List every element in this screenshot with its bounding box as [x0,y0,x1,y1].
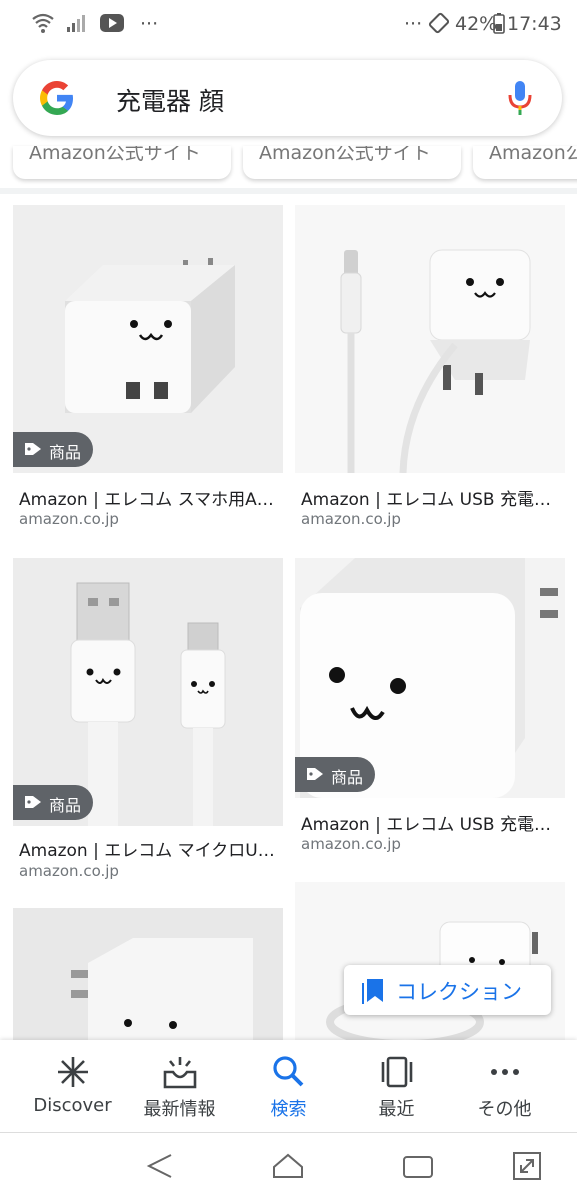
recent-cards-icon [381,1056,413,1088]
collection-button[interactable]: コレクション [344,965,551,1015]
image-result[interactable] [295,882,565,1040]
product-badge: 商品 [13,432,93,467]
result-domain: amazon.co.jp [301,835,401,853]
expand-icon[interactable] [512,1151,542,1181]
filter-chip[interactable]: Amazon公式サイト [243,146,461,179]
status-more: ··· [140,13,159,35]
more-dots-icon [491,1069,519,1075]
tag-icon [25,443,41,455]
asterisk-icon [58,1057,88,1087]
image-result[interactable] [13,908,283,1040]
filter-chip[interactable]: Amazon公 [473,146,577,179]
nav-more[interactable]: その他 [447,1040,562,1132]
image-result[interactable]: 商品 Amazon | エレコム マイクロU… amazon.co.jp [13,558,283,883]
nav-search[interactable]: 検索 [231,1040,346,1132]
result-title[interactable]: Amazon | エレコム USB 充電… [301,485,551,510]
charger-cable-image [340,249,531,473]
status-more-right: ··· [404,13,423,35]
result-title[interactable]: Amazon | エレコム マイクロU… [19,836,275,861]
result-title[interactable]: Amazon | エレコム USB 充電… [301,810,551,835]
nav-discover[interactable]: Discover [15,1040,130,1132]
divider [0,188,577,194]
charger-image [71,938,253,1040]
result-domain: amazon.co.jp [19,510,119,528]
back-icon[interactable] [145,1151,175,1181]
battery-icon [493,13,505,34]
wifi-icon [32,13,54,33]
nav-recent[interactable]: 最近 [339,1040,454,1132]
bottom-navigation: Discover 最新情報 検索 最近 その他 [0,1040,577,1132]
youtube-icon [100,14,124,32]
battery-percent: 42% [455,13,498,35]
product-badge: 商品 [13,785,93,820]
tag-icon [25,796,41,808]
image-result[interactable]: 商品 Amazon | エレコム USB 充電… amazon.co.jp [295,558,565,858]
product-badge: 商品 [295,757,375,792]
microphone-icon[interactable] [507,80,533,116]
image-result[interactable]: Amazon | エレコム USB 充電… amazon.co.jp [295,205,565,535]
system-navigation-bar [0,1132,577,1201]
image-result[interactable]: 商品 Amazon | エレコム スマホ用A… amazon.co.jp [13,205,283,535]
charger-image [326,921,538,1040]
nav-updates[interactable]: 最新情報 [122,1040,237,1132]
search-bar[interactable] [13,60,562,136]
google-logo-icon[interactable] [37,78,77,118]
tag-icon [307,768,323,780]
filter-chip[interactable]: Amazon公式サイト [13,146,231,179]
result-title[interactable]: Amazon | エレコム スマホ用A… [19,485,274,510]
clock: 17:43 [507,13,562,35]
search-query[interactable]: 充電器 顔 [116,82,224,118]
rotate-icon [428,12,450,34]
signal-icon [67,15,85,32]
bookmark-collection-icon [362,979,383,1004]
recent-apps-icon[interactable] [402,1151,434,1181]
search-icon [273,1056,304,1087]
status-bar: ··· ··· 42% 17:43 [0,0,577,48]
home-icon[interactable] [272,1151,304,1181]
result-domain: amazon.co.jp [301,510,401,528]
result-thumbnail[interactable] [295,205,565,473]
result-domain: amazon.co.jp [19,862,119,880]
inbox-icon [163,1057,197,1089]
